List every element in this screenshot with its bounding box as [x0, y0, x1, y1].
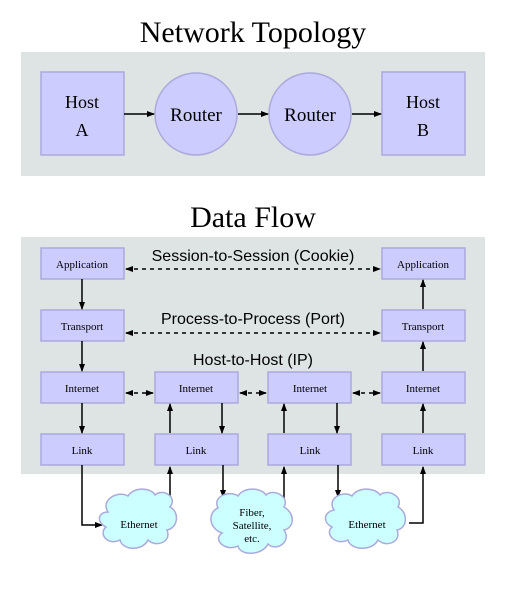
ethernet-cloud-2: Ethernet — [324, 488, 407, 549]
svg-text:Transport: Transport — [402, 321, 444, 333]
svg-text:Transport: Transport — [61, 321, 103, 333]
svg-text:Router: Router — [170, 105, 222, 126]
svg-text:Application: Application — [397, 259, 449, 271]
fiber-satellite-cloud: Fiber, Satellite, etc. — [210, 488, 293, 554]
svg-text:Internet: Internet — [179, 383, 213, 395]
router-node-1: Router — [154, 72, 238, 156]
svg-text:Link: Link — [72, 445, 93, 457]
svg-text:Ethernet: Ethernet — [348, 519, 385, 531]
svg-text:Link: Link — [186, 445, 207, 457]
svg-text:Internet: Internet — [406, 383, 440, 395]
svg-text:Satellite,: Satellite, — [233, 520, 272, 532]
svg-text:Link: Link — [413, 445, 434, 457]
svg-text:Host: Host — [65, 92, 99, 112]
svg-text:A: A — [76, 120, 89, 140]
svg-text:etc.: etc. — [244, 533, 260, 545]
svg-text:Internet: Internet — [65, 383, 99, 395]
host-label: Host-to-Host (IP) — [193, 352, 313, 369]
host-b-node: Host B — [381, 71, 466, 156]
network-diagram: Network Topology Host A Router Router Ho… — [21, 16, 485, 554]
svg-text:Internet: Internet — [293, 383, 327, 395]
dataflow-title: Data Flow — [190, 201, 316, 234]
ethernet-cloud-1: Ethernet — [98, 488, 178, 549]
svg-text:Fiber,: Fiber, — [239, 507, 265, 519]
svg-text:Application: Application — [56, 259, 108, 271]
svg-text:Host: Host — [406, 92, 440, 112]
svg-text:B: B — [417, 120, 429, 140]
svg-text:Router: Router — [284, 105, 336, 126]
router-node-2: Router — [268, 72, 352, 156]
session-label: Session-to-Session (Cookie) — [152, 248, 355, 265]
process-label: Process-to-Process (Port) — [161, 311, 345, 328]
svg-text:Link: Link — [300, 445, 321, 457]
arrow-ethernet-link-b — [409, 466, 426, 524]
topology-title: Network Topology — [140, 16, 367, 49]
host-a-node: Host A — [40, 71, 125, 156]
svg-text:Ethernet: Ethernet — [120, 519, 157, 531]
